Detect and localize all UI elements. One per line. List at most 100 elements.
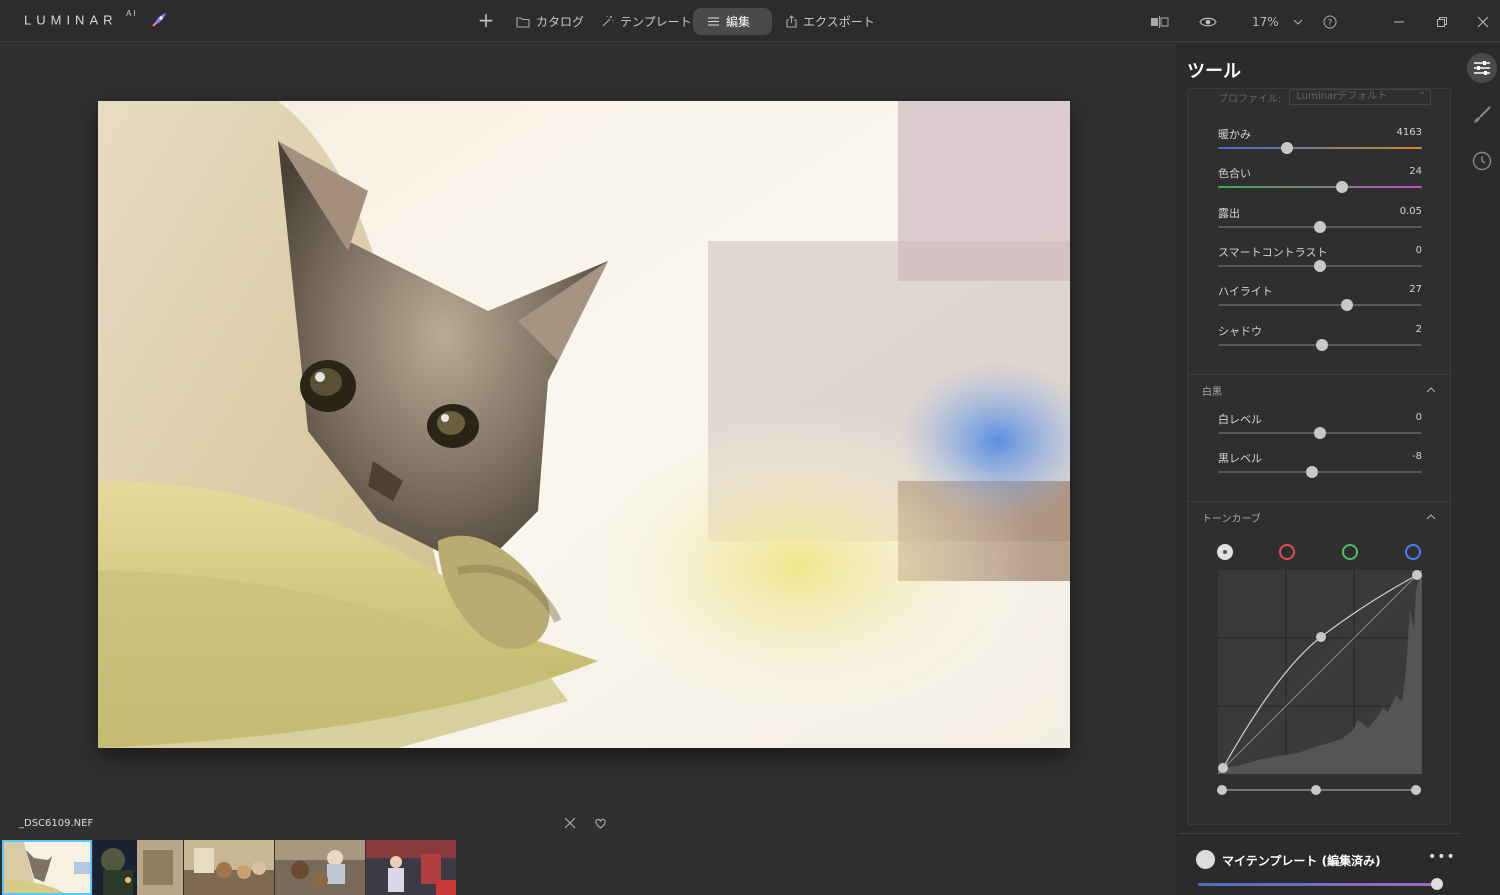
tone-curve-graph[interactable]: [1217, 569, 1423, 775]
more-options-icon[interactable]: •••: [1428, 849, 1456, 865]
zoom-dropdown[interactable]: 17%: [1252, 8, 1303, 35]
slider-track[interactable]: [1218, 186, 1422, 188]
tools-tab-button[interactable]: [1467, 53, 1497, 83]
slider-label: 露出: [1218, 207, 1240, 220]
slider-label: スマートコントラスト: [1218, 246, 1328, 259]
slider-track[interactable]: [1218, 471, 1422, 473]
channel-red-button[interactable]: [1279, 544, 1295, 560]
brush-tab-button[interactable]: [1467, 100, 1497, 130]
adjustments-icon: [1474, 61, 1490, 75]
channel-blue-button[interactable]: [1405, 544, 1421, 560]
preview-button[interactable]: [1199, 8, 1217, 35]
filmstrip-thumbnail[interactable]: [366, 840, 456, 895]
slider-value: 2: [1415, 324, 1422, 335]
top-bar: LUMINAR AI + カタログ テンプレート 編集 エクスポート 17% ?: [0, 0, 1500, 42]
rocket-icon[interactable]: [150, 11, 168, 29]
section-divider: [1188, 374, 1450, 375]
restore-button[interactable]: [1436, 8, 1448, 35]
magic-wand-icon: [602, 16, 614, 27]
tone-curve-title[interactable]: トーンカーブ: [1202, 510, 1261, 525]
slider-value: 0.05: [1399, 206, 1422, 217]
warmth-slider[interactable]: 暖かみ 4163: [1218, 126, 1422, 156]
slider-value: 0: [1415, 412, 1422, 423]
channel-green-button[interactable]: [1342, 544, 1358, 560]
black-level-slider[interactable]: 黒レベル -8: [1218, 450, 1422, 480]
history-tab-button[interactable]: [1467, 146, 1497, 176]
slider-label: 暖かみ: [1218, 128, 1251, 141]
app-logo: LUMINAR AI: [24, 9, 138, 28]
slider-label: 白レベル: [1218, 413, 1262, 426]
tab-export[interactable]: エクスポート: [786, 8, 875, 35]
curve-point: [1412, 570, 1422, 580]
profile-value: Luminarデフォルト: [1296, 91, 1388, 102]
template-divider: [1178, 833, 1460, 834]
tab-templates-label: テンプレート: [620, 15, 692, 29]
curve-black-handle[interactable]: [1217, 785, 1227, 795]
shadows-slider[interactable]: シャドウ 2: [1218, 323, 1422, 353]
curve-mid-handle[interactable]: [1311, 785, 1321, 795]
slider-value: 24: [1409, 166, 1422, 177]
filmstrip-thumbnail[interactable]: [275, 840, 365, 895]
highlights-slider[interactable]: ハイライト 27: [1218, 283, 1422, 313]
slider-track[interactable]: [1218, 147, 1422, 149]
slider-knob[interactable]: [1314, 427, 1326, 439]
slider-label: シャドウ: [1218, 325, 1262, 338]
chevron-up-icon[interactable]: [1426, 514, 1436, 520]
close-window-button[interactable]: [1477, 8, 1489, 35]
slider-knob[interactable]: [1281, 142, 1294, 154]
chevron-down-icon: [1293, 19, 1303, 25]
template-amount-slider[interactable]: [1198, 883, 1438, 886]
restore-icon: [1437, 16, 1447, 27]
svg-text:?: ?: [1328, 18, 1333, 28]
filmstrip-thumbnail[interactable]: [93, 840, 183, 895]
chevron-updown-icon: ⌃: [1417, 91, 1427, 102]
slider-knob[interactable]: [1314, 260, 1326, 272]
sliders-icon: [708, 17, 719, 26]
smart-contrast-slider[interactable]: スマートコントラスト 0: [1218, 244, 1422, 274]
tab-catalog[interactable]: カタログ: [516, 8, 584, 35]
tab-templates[interactable]: テンプレート: [601, 8, 692, 35]
white-level-slider[interactable]: 白レベル 0: [1218, 411, 1422, 441]
folder-icon: [516, 16, 530, 28]
curve-point: [1316, 632, 1326, 642]
curve-white-handle[interactable]: [1411, 785, 1421, 795]
slider-knob[interactable]: [1316, 339, 1329, 351]
tint-slider[interactable]: 色合い 24: [1218, 165, 1422, 195]
filmstrip-thumbnail[interactable]: [2, 840, 92, 895]
reject-icon[interactable]: [563, 816, 577, 830]
template-thumbnail-icon: [1196, 850, 1215, 869]
slider-knob[interactable]: [1314, 221, 1326, 233]
tab-catalog-label: カタログ: [536, 15, 585, 29]
tab-export-label: エクスポート: [803, 15, 875, 29]
help-icon: ?: [1323, 15, 1337, 28]
slider-knob[interactable]: [1340, 299, 1353, 311]
tab-edit[interactable]: 編集: [693, 8, 772, 35]
filmstrip-thumbnail[interactable]: [184, 840, 274, 895]
close-icon: [1477, 16, 1489, 27]
template-amount-knob[interactable]: [1431, 878, 1443, 890]
add-photos-button[interactable]: +: [476, 9, 496, 31]
bw-section-title[interactable]: 白黒: [1202, 383, 1222, 398]
profile-dropdown[interactable]: Luminarデフォルト ⌃: [1289, 89, 1432, 105]
zoom-value: 17%: [1252, 14, 1279, 29]
slider-value: 4163: [1396, 127, 1422, 138]
slider-knob[interactable]: [1336, 181, 1349, 193]
exposure-slider[interactable]: 露出 0.05: [1218, 205, 1422, 235]
favorite-heart-icon[interactable]: [594, 817, 607, 830]
compare-icon: [1151, 15, 1169, 28]
channel-rgb-button[interactable]: [1217, 544, 1233, 560]
help-button[interactable]: ?: [1323, 8, 1337, 35]
slider-knob[interactable]: [1305, 466, 1318, 478]
profile-label: プロファイル:: [1218, 93, 1282, 105]
curve-point: [1218, 763, 1228, 773]
minimize-button[interactable]: [1393, 8, 1405, 35]
chevron-up-icon[interactable]: [1426, 387, 1436, 393]
slider-label: 黒レベル: [1218, 452, 1262, 465]
compare-button[interactable]: [1150, 8, 1170, 35]
tools-scroll-area[interactable]: プロファイル: Luminarデフォルト ⌃ 暖かみ 4163 色合い 24 露…: [1187, 88, 1451, 825]
tools-panel-title: ツール: [1187, 61, 1241, 82]
filmstrip: [2, 840, 457, 895]
slider-track[interactable]: [1218, 304, 1422, 306]
main-photo-canvas[interactable]: [98, 101, 1070, 748]
eye-icon: [1199, 17, 1217, 26]
